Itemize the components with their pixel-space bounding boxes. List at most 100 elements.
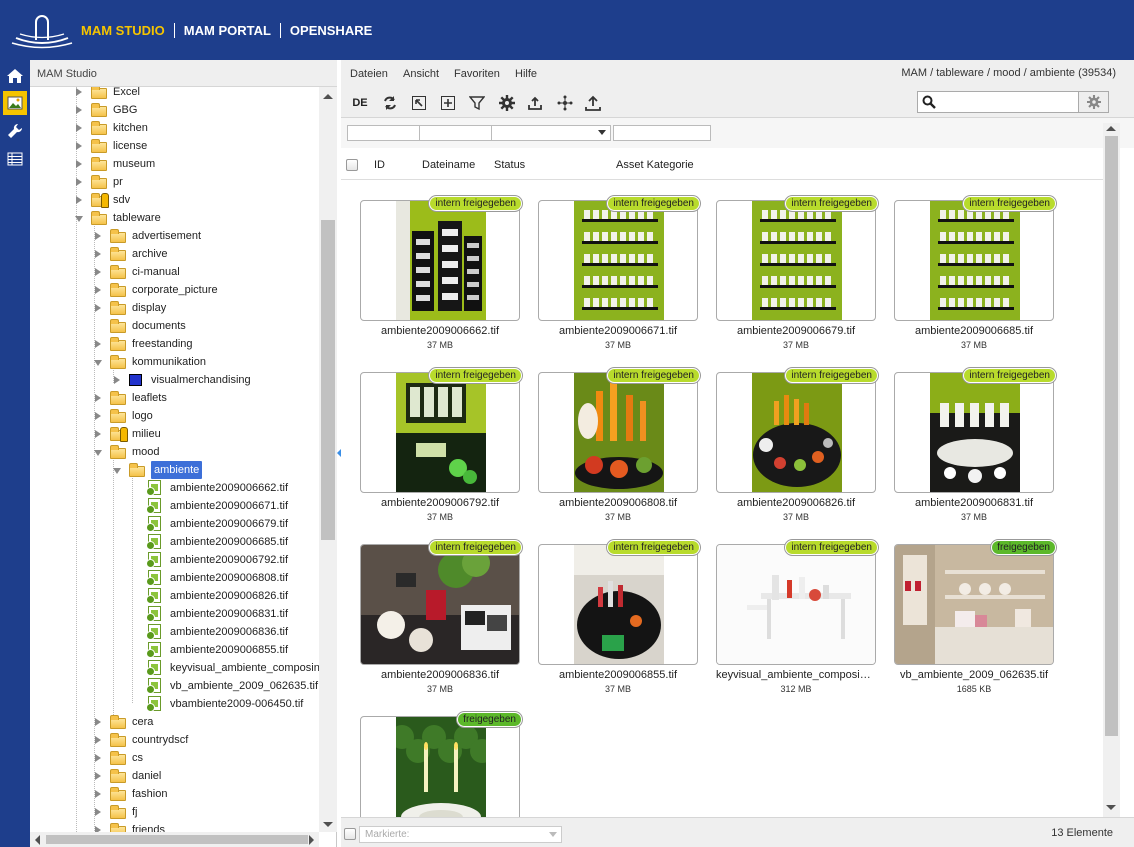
- language-button[interactable]: DE: [349, 92, 371, 114]
- scroll-up-arrow-icon[interactable]: [323, 94, 333, 99]
- tree-item[interactable]: ambiente2009006826.tif: [30, 587, 319, 605]
- collapse-arrow-icon[interactable]: [76, 178, 82, 186]
- tree-item[interactable]: display: [30, 299, 319, 317]
- tree-item[interactable]: documents: [30, 317, 319, 335]
- tree-item[interactable]: museum: [30, 155, 319, 173]
- menu-favoriten[interactable]: Favoriten: [454, 68, 500, 80]
- col-id[interactable]: ID: [374, 159, 385, 171]
- menu-dateien[interactable]: Dateien: [350, 68, 388, 80]
- collapse-arrow-icon[interactable]: [95, 772, 101, 780]
- tree-item[interactable]: fashion: [30, 785, 319, 803]
- collapse-arrow-icon[interactable]: [76, 88, 82, 96]
- open-parent-icon[interactable]: [408, 92, 430, 114]
- collapse-arrow-icon[interactable]: [95, 394, 101, 402]
- asset-thumbnail[interactable]: [716, 544, 876, 665]
- collapse-arrow-icon[interactable]: [95, 808, 101, 816]
- tree-item[interactable]: license: [30, 137, 319, 155]
- tree-item[interactable]: ambiente2009006671.tif: [30, 497, 319, 515]
- tree-item[interactable]: vb_ambiente_2009_062635.tif: [30, 677, 319, 695]
- tree-item[interactable]: ambiente2009006855.tif: [30, 641, 319, 659]
- expand-arrow-icon[interactable]: [94, 360, 102, 366]
- tree-item[interactable]: mood: [30, 443, 319, 461]
- collapse-arrow-icon[interactable]: [114, 376, 120, 384]
- tree-item[interactable]: cs: [30, 749, 319, 767]
- tree-item[interactable]: fj: [30, 803, 319, 821]
- tree-item[interactable]: GBG: [30, 101, 319, 119]
- filter-icon[interactable]: [466, 92, 488, 114]
- collapse-arrow-icon[interactable]: [95, 250, 101, 258]
- tree-item[interactable]: milieu: [30, 425, 319, 443]
- asset-thumbnail[interactable]: [360, 544, 520, 665]
- tree-item[interactable]: leaflets: [30, 389, 319, 407]
- select-all-checkbox[interactable]: [346, 159, 358, 171]
- wrench-icon[interactable]: [3, 119, 27, 143]
- collapse-arrow-icon[interactable]: [95, 268, 101, 276]
- collapse-arrow-icon[interactable]: [95, 232, 101, 240]
- menu-ansicht[interactable]: Ansicht: [403, 68, 439, 80]
- nav-mam-portal[interactable]: MAM PORTAL: [184, 23, 271, 38]
- search-options-gear-icon[interactable]: [1079, 91, 1109, 113]
- asset-thumbnail[interactable]: [538, 200, 698, 321]
- export-icon[interactable]: [582, 92, 604, 114]
- collapse-arrow-icon[interactable]: [95, 754, 101, 762]
- nav-openshare[interactable]: OPENSHARE: [290, 23, 372, 38]
- tree-item[interactable]: pr: [30, 173, 319, 191]
- gear-icon[interactable]: [496, 92, 518, 114]
- nav-mam-studio[interactable]: MAM STUDIO: [81, 23, 165, 38]
- tree-item[interactable]: ambiente2009006808.tif: [30, 569, 319, 587]
- collapse-arrow-icon[interactable]: [95, 430, 101, 438]
- marked-actions-select[interactable]: Markierte:: [359, 826, 562, 843]
- upload-icon[interactable]: [524, 92, 546, 114]
- asset-thumbnail[interactable]: [360, 372, 520, 493]
- tree-item[interactable]: kitchen: [30, 119, 319, 137]
- filter-kategorie-input[interactable]: [613, 125, 711, 141]
- collapse-arrow-icon[interactable]: [76, 196, 82, 204]
- tree-item[interactable]: vbambiente2009-006450.tif: [30, 695, 319, 713]
- collapse-arrow-icon[interactable]: [76, 106, 82, 114]
- menu-hilfe[interactable]: Hilfe: [515, 68, 537, 80]
- tree-item[interactable]: ambiente: [30, 461, 319, 479]
- tree-item[interactable]: ambiente2009006679.tif: [30, 515, 319, 533]
- asset-thumbnail[interactable]: [894, 200, 1054, 321]
- expand-arrow-icon[interactable]: [94, 450, 102, 456]
- tree-item[interactable]: cera: [30, 713, 319, 731]
- tree-item[interactable]: friends: [30, 821, 319, 832]
- tree-item[interactable]: ambiente2009006792.tif: [30, 551, 319, 569]
- collapse-arrow-icon[interactable]: [76, 142, 82, 150]
- asset-thumbnail[interactable]: [538, 544, 698, 665]
- scroll-left-arrow-icon[interactable]: [35, 835, 40, 845]
- filter-status-select[interactable]: [491, 125, 611, 141]
- tree-item[interactable]: freestanding: [30, 335, 319, 353]
- scroll-down-arrow-icon[interactable]: [1106, 805, 1116, 810]
- filter-id-input[interactable]: [347, 125, 420, 141]
- col-dateiname[interactable]: Dateiname: [422, 159, 475, 171]
- tree-scroll-thumb[interactable]: [321, 220, 335, 540]
- filter-dateiname-input[interactable]: [419, 125, 492, 141]
- asset-thumbnail[interactable]: [894, 372, 1054, 493]
- collapse-arrow-icon[interactable]: [95, 736, 101, 744]
- tree-item[interactable]: ci-manual: [30, 263, 319, 281]
- collapse-arrow-icon[interactable]: [95, 340, 101, 348]
- tree-item[interactable]: ambiente2009006831.tif: [30, 605, 319, 623]
- grid-scroll-thumb[interactable]: [1105, 136, 1118, 736]
- scroll-down-arrow-icon[interactable]: [323, 822, 333, 827]
- expand-arrow-icon[interactable]: [113, 468, 121, 474]
- share-icon[interactable]: [554, 92, 576, 114]
- col-status[interactable]: Status: [494, 159, 525, 171]
- tree-item[interactable]: ambiente2009006685.tif: [30, 533, 319, 551]
- asset-thumbnail[interactable]: [360, 200, 520, 321]
- tree-item[interactable]: sdv: [30, 191, 319, 209]
- asset-thumbnail[interactable]: [716, 372, 876, 493]
- tree-h-scroll-thumb[interactable]: [46, 835, 308, 844]
- tree-item[interactable]: tableware: [30, 209, 319, 227]
- asset-thumbnail[interactable]: [538, 372, 698, 493]
- mark-all-checkbox[interactable]: [344, 828, 356, 840]
- collapse-arrow-icon[interactable]: [95, 718, 101, 726]
- asset-thumbnail[interactable]: [716, 200, 876, 321]
- tree-item[interactable]: visualmerchandising: [30, 371, 319, 389]
- list-icon[interactable]: [3, 147, 27, 171]
- refresh-icon[interactable]: [379, 92, 401, 114]
- tree-item[interactable]: archive: [30, 245, 319, 263]
- image-icon[interactable]: [3, 91, 27, 115]
- tree-item[interactable]: ambiente2009006836.tif: [30, 623, 319, 641]
